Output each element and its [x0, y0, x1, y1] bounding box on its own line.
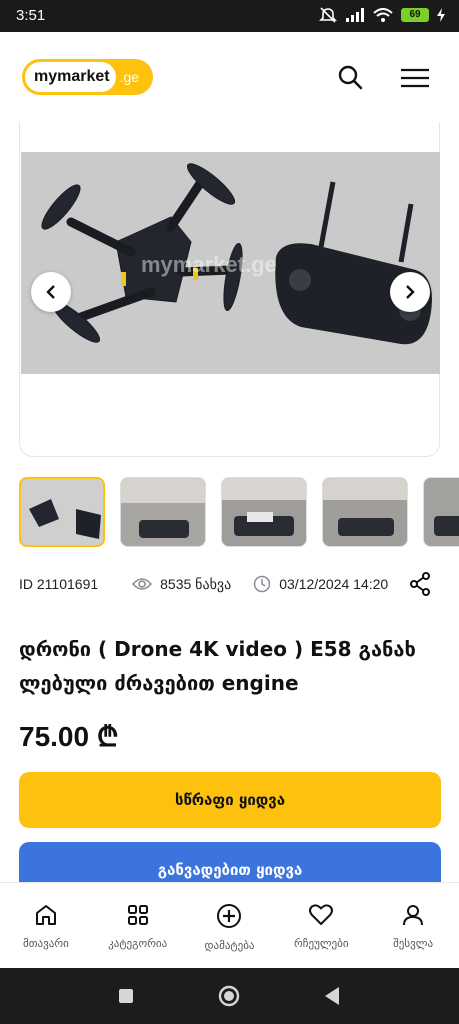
installment-buy-button[interactable]: განვადებით ყიდვა: [19, 842, 441, 882]
nav-label: რჩეულები: [294, 937, 349, 950]
categories-icon: [127, 905, 148, 925]
product-title-line: ლებული ძრავებით engine: [19, 671, 299, 695]
thumbnail-image: [424, 478, 459, 546]
chevron-left-icon: [46, 285, 55, 299]
signal-icon: [346, 8, 364, 22]
user-icon: [403, 905, 424, 926]
product-title-line: დრონი ( Drone 4K video ) E58 განახ: [19, 637, 416, 661]
gallery-next-button[interactable]: [390, 272, 430, 312]
views-count: 8535 ნახვა: [132, 576, 231, 593]
nav-item-login[interactable]: შესვლა: [367, 883, 459, 968]
thumbnail-image: [222, 478, 306, 546]
drone-photo-image: mymarket.ge: [21, 152, 440, 374]
clock: 3:51: [16, 7, 46, 24]
product-content: mymarket.ge ID 21101691 8535 ნახვა 03/12…: [0, 122, 459, 882]
nav-item-add[interactable]: დამატება: [184, 883, 276, 968]
quick-buy-button[interactable]: სწრაფი ყიდვა: [19, 772, 441, 828]
thumbnail-image: [323, 478, 407, 546]
recents-icon[interactable]: [118, 988, 134, 1004]
search-icon[interactable]: [337, 64, 363, 90]
status-bar: 3:51 69: [0, 0, 459, 32]
bottom-navigation: მთავარი კატეგორია დამატება რჩეულები შესვ…: [0, 882, 459, 968]
thumbnail[interactable]: [322, 477, 408, 547]
main-product-photo[interactable]: mymarket.ge: [21, 152, 440, 374]
thumbnail-image: [21, 479, 103, 545]
logo-tld: .ge: [119, 69, 140, 85]
nav-label: კატეგორია: [108, 937, 168, 950]
home-icon: [35, 905, 56, 925]
system-navigation-bar: [0, 968, 459, 1024]
nav-label: შესვლა: [393, 937, 434, 950]
listing-meta: ID 21101691 8535 ნახვა 03/12/2024 14:20: [19, 572, 439, 596]
thumbnail[interactable]: [423, 477, 459, 547]
thumbnail-image: [121, 478, 205, 546]
hamburger-menu-icon[interactable]: [400, 68, 430, 88]
app-header: mymarket .ge: [0, 32, 459, 122]
battery-indicator: 69: [401, 8, 429, 22]
nav-item-favorites[interactable]: რჩეულები: [275, 883, 367, 968]
product-title: დრონი ( Drone 4K video ) E58 განახ ლებულ…: [19, 632, 439, 700]
add-icon: [217, 904, 242, 928]
watermark: mymarket.ge: [141, 252, 277, 277]
nav-label: მთავარი: [22, 937, 69, 950]
clock-icon: [253, 575, 271, 593]
heart-icon: [309, 904, 334, 925]
chevron-right-icon: [406, 285, 415, 299]
home-button-icon[interactable]: [218, 985, 240, 1007]
eye-icon: [132, 578, 153, 590]
gallery-card: mymarket.ge: [19, 122, 440, 457]
gallery-prev-button[interactable]: [31, 272, 71, 312]
date-text: 03/12/2024 14:20: [279, 576, 389, 592]
wifi-icon: [373, 7, 393, 22]
mymarket-logo[interactable]: mymarket .ge: [22, 59, 153, 95]
views-text: 8535 ნახვა: [160, 575, 232, 592]
thumbnail[interactable]: [221, 477, 307, 547]
status-icons: 69: [319, 7, 445, 23]
nav-item-categories[interactable]: კატეგორია: [92, 883, 184, 968]
back-icon[interactable]: [323, 986, 341, 1006]
mute-icon: [319, 7, 337, 23]
charging-icon: [437, 8, 445, 22]
product-price: 75.00 ₾: [19, 721, 119, 752]
nav-item-home[interactable]: მთავარი: [0, 883, 92, 968]
nav-label: დამატება: [204, 939, 255, 952]
thumbnail[interactable]: [19, 477, 105, 547]
thumbnail[interactable]: [120, 477, 206, 547]
posted-date: 03/12/2024 14:20: [253, 575, 388, 593]
thumbnail-strip: [19, 477, 459, 547]
logo-text: mymarket: [25, 62, 116, 92]
listing-id: ID 21101691: [19, 576, 99, 592]
share-icon[interactable]: [409, 572, 431, 596]
